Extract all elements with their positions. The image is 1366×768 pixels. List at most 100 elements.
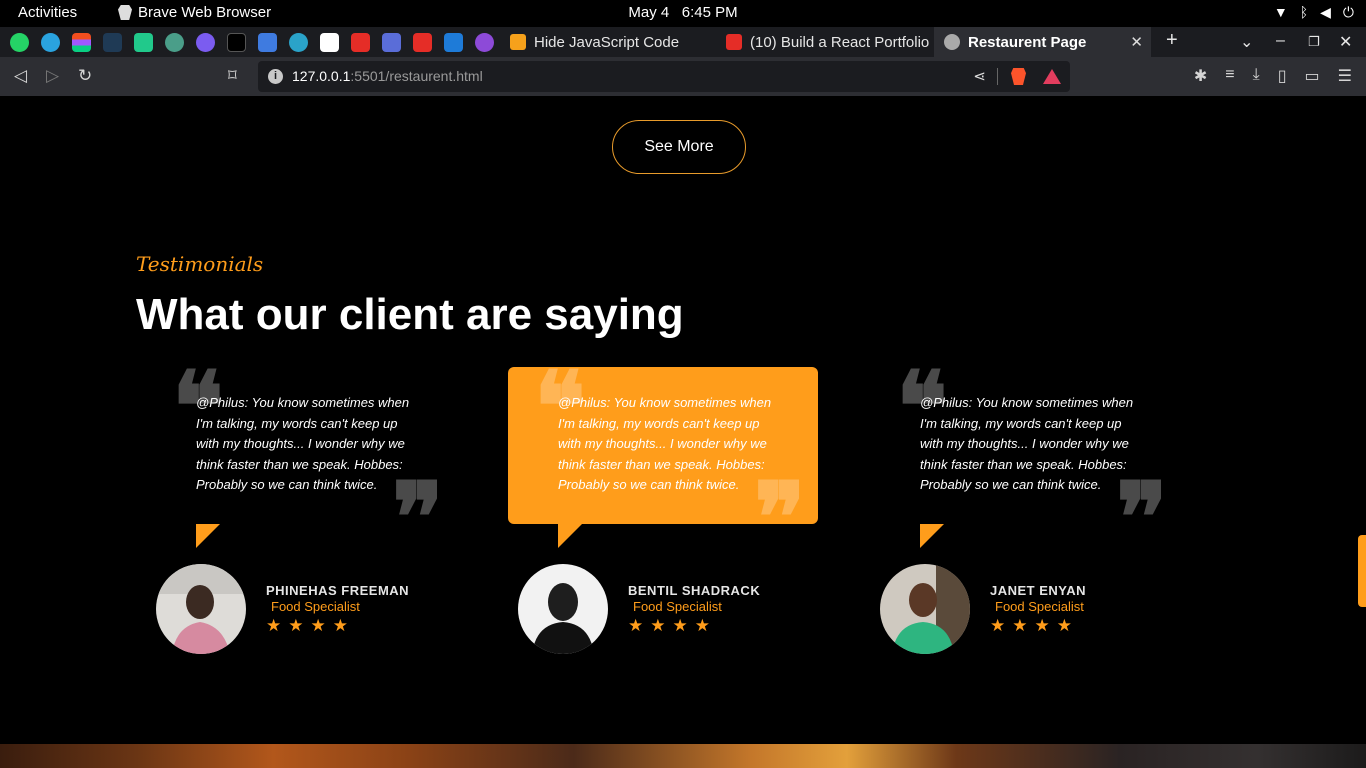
minimize-button[interactable]: –: [1276, 32, 1285, 50]
star-rating: ★ ★ ★ ★: [990, 617, 1072, 634]
figma-icon[interactable]: [72, 33, 91, 52]
messenger-icon[interactable]: [196, 33, 215, 52]
client-name: BENTIL SHADRACK: [628, 583, 761, 598]
star-icon: ★: [1034, 616, 1050, 635]
system-tray[interactable]: ▼ ᛒ ◀ ⏻: [1274, 4, 1354, 21]
testimonial-quote: @Philus: You know sometimes when I'm tal…: [920, 395, 1134, 492]
avatar: [518, 564, 608, 654]
app-menu[interactable]: Brave Web Browser: [118, 4, 271, 21]
client-role: Food Specialist: [995, 599, 1084, 614]
app-icon[interactable]: [382, 33, 401, 52]
bubble-pointer: [920, 524, 944, 548]
quote-bubble: ❝ @Philus: You know sometimes when I'm t…: [146, 359, 456, 566]
telegram-icon[interactable]: [41, 33, 60, 52]
playlist-icon[interactable]: ≡: [1225, 66, 1234, 86]
tab-restaurent-page[interactable]: Restaurent Page ✕: [934, 27, 1151, 57]
wifi-icon: ▼: [1273, 4, 1288, 20]
testimonial-card: ❝ @Philus: You know sometimes when I'm t…: [146, 359, 456, 667]
youtube-icon[interactable]: [413, 33, 432, 52]
testimonial-quote: @Philus: You know sometimes when I'm tal…: [196, 395, 410, 492]
bubble-pointer: [558, 524, 582, 548]
reload-button[interactable]: ↻: [78, 66, 92, 86]
star-rating: ★ ★ ★ ★: [266, 617, 348, 634]
close-tab-icon[interactable]: ✕: [1130, 33, 1143, 51]
power-icon: ⏻: [1342, 4, 1354, 20]
system-top-bar: Activities Brave Web Browser May 4 6:45 …: [0, 0, 1366, 27]
see-more-button[interactable]: See More: [612, 120, 746, 174]
url-host: 127.0.0.1: [292, 68, 351, 84]
star-icon: ★: [694, 616, 710, 635]
testimonial-card-highlighted: ❝ @Philus: You know sometimes when I'm t…: [508, 359, 818, 667]
testimonial-quote: @Philus: You know sometimes when I'm tal…: [558, 395, 772, 492]
tab-hide-javascript[interactable]: Hide JavaScript Code: [500, 27, 718, 57]
wallet-icon[interactable]: ▭: [1305, 66, 1320, 86]
bluetooth-icon: ᛒ: [1299, 4, 1309, 20]
url-text[interactable]: 127.0.0.1:5501/restaurent.html: [292, 68, 483, 84]
toolbar-actions: ✱ ≡ ⤓ ▯ ▭ ☰: [1194, 66, 1352, 86]
bookmark-icon: [510, 34, 526, 50]
star-icon: ★: [990, 616, 1006, 635]
star-icon: ★: [650, 616, 666, 635]
app-icon[interactable]: [289, 33, 308, 52]
web-page: See More Testimonials What our client ar…: [0, 96, 1366, 768]
youtube-icon[interactable]: [351, 33, 370, 52]
app-icon[interactable]: [444, 33, 463, 52]
app-icon[interactable]: [103, 33, 122, 52]
close-window-button[interactable]: ✕: [1339, 32, 1352, 52]
back-button[interactable]: ◁: [14, 66, 27, 86]
client-name: JANET ENYAN: [990, 583, 1087, 598]
extensions-icon[interactable]: ✱: [1194, 66, 1207, 86]
tab-label: (10) Build a React Portfolio: [750, 33, 930, 51]
star-icon: ★: [288, 616, 304, 635]
client-name: PHINEHAS FREEMAN: [266, 583, 410, 598]
frontend-mentor-icon[interactable]: [320, 33, 339, 52]
star-rating: ★ ★ ★ ★: [628, 617, 710, 634]
close-quote-icon: ❞: [392, 461, 444, 574]
bubble-pointer: [196, 524, 220, 548]
star-icon: ★: [1012, 616, 1028, 635]
site-info-icon[interactable]: i: [268, 69, 283, 84]
tab-react-portfolio[interactable]: (10) Build a React Portfolio: [716, 27, 934, 57]
client-role: Food Specialist: [633, 599, 722, 614]
globe-icon: [944, 34, 960, 50]
app-icon[interactable]: [475, 33, 494, 52]
section-kicker: Testimonials: [136, 252, 264, 276]
url-path: :5501/restaurent.html: [350, 68, 483, 84]
quote-bubble: ❝ @Philus: You know sometimes when I'm t…: [508, 359, 818, 566]
app-icon[interactable]: [227, 33, 246, 52]
bookmark-icon[interactable]: ⌑: [228, 66, 237, 86]
star-icon: ★: [672, 616, 688, 635]
tab-label: Hide JavaScript Code: [534, 33, 680, 51]
sidebar-icon[interactable]: ▯: [1278, 66, 1287, 86]
whatsapp-icon[interactable]: [10, 33, 29, 52]
star-icon: ★: [1056, 616, 1072, 635]
star-icon: ★: [310, 616, 326, 635]
star-icon: ★: [628, 616, 644, 635]
brave-rewards-icon[interactable]: [1043, 69, 1061, 84]
chatgpt-icon[interactable]: [165, 33, 184, 52]
docs-icon[interactable]: [258, 33, 277, 52]
share-icon[interactable]: ⋖: [973, 67, 986, 85]
youtube-icon: [726, 34, 742, 50]
avatar: [156, 564, 246, 654]
new-tab-button[interactable]: +: [1166, 29, 1178, 52]
food-background-image: [0, 744, 1366, 768]
close-quote-icon: ❞: [1116, 461, 1168, 574]
avatar: [880, 564, 970, 654]
tab-search-chevron-icon[interactable]: ⌄: [1240, 32, 1253, 52]
scroll-indicator[interactable]: [1358, 535, 1366, 607]
brave-shields-icon[interactable]: [1011, 68, 1026, 85]
date-label: May 4: [628, 4, 670, 21]
menu-icon[interactable]: ☰: [1338, 66, 1352, 86]
maximize-button[interactable]: ❐: [1308, 34, 1320, 50]
forward-button[interactable]: ▷: [46, 66, 59, 86]
brave-icon: [118, 5, 132, 20]
address-bar[interactable]: i 127.0.0.1:5501/restaurent.html ⋖: [258, 61, 1070, 92]
activities-button[interactable]: Activities: [18, 4, 77, 21]
app-icon[interactable]: [134, 33, 153, 52]
divider: [997, 68, 998, 85]
time-label: 6:45 PM: [681, 4, 738, 21]
tab-strip: Hide JavaScript Code (10) Build a React …: [0, 27, 1366, 57]
downloads-icon[interactable]: ⤓: [1253, 66, 1260, 86]
pinned-tabs: [10, 33, 494, 52]
